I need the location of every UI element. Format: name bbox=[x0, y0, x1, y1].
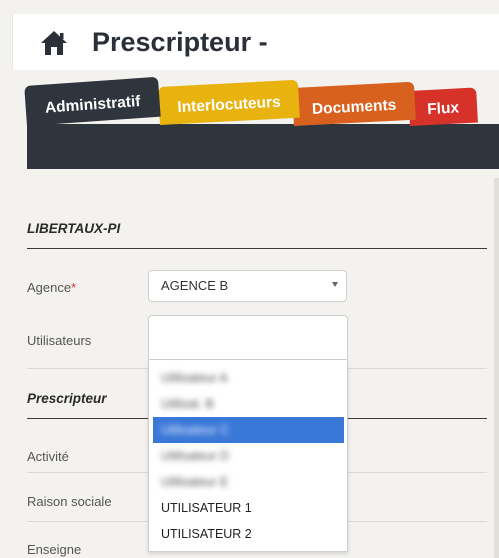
tab-documents[interactable]: Documents bbox=[292, 81, 416, 126]
utilisateurs-label: Utilisateurs bbox=[27, 333, 92, 348]
list-item-highlighted[interactable]: Utilisateur C bbox=[153, 417, 344, 443]
utilisateurs-input[interactable] bbox=[148, 315, 348, 360]
section-title-prescripteur: Prescripteur bbox=[27, 391, 107, 406]
enseigne-label: Enseigne bbox=[27, 542, 82, 557]
list-item[interactable]: Utilisateur D bbox=[153, 443, 344, 469]
activite-label: Activité bbox=[27, 449, 69, 464]
chevron-down-icon bbox=[332, 282, 338, 287]
list-item[interactable]: UTILISATEUR 2 bbox=[153, 521, 344, 547]
list-item[interactable]: UTILISATEUR 1 bbox=[153, 495, 344, 521]
tab-administratif[interactable]: Administratif bbox=[24, 76, 161, 126]
section-divider bbox=[27, 248, 487, 249]
list-item[interactable]: Utilisateur E bbox=[153, 469, 344, 495]
section-title-libertaux: LIBERTAUX-PI bbox=[27, 221, 121, 236]
tab-bar bbox=[27, 124, 499, 169]
page-title: Prescripteur - bbox=[92, 27, 268, 57]
tab-flux[interactable]: Flux bbox=[408, 87, 478, 126]
required-mark: * bbox=[71, 280, 77, 295]
raison-sociale-label: Raison sociale bbox=[27, 494, 112, 509]
scrollbar[interactable] bbox=[494, 178, 499, 558]
tab-interlocuteurs[interactable]: Interlocuteurs bbox=[158, 79, 300, 125]
list-item[interactable]: Utilisateur A bbox=[153, 365, 344, 391]
home-icon[interactable] bbox=[39, 29, 69, 57]
page-header: Prescripteur - bbox=[12, 14, 499, 70]
agence-value: AGENCE B bbox=[161, 278, 229, 293]
list-item[interactable]: Utilisat. B bbox=[153, 391, 344, 417]
agence-select[interactable]: AGENCE B bbox=[148, 270, 347, 302]
utilisateurs-dropdown: Utilisateur A Utilisat. B Utilisateur C … bbox=[148, 360, 348, 552]
agence-label: Agence* bbox=[27, 280, 77, 295]
